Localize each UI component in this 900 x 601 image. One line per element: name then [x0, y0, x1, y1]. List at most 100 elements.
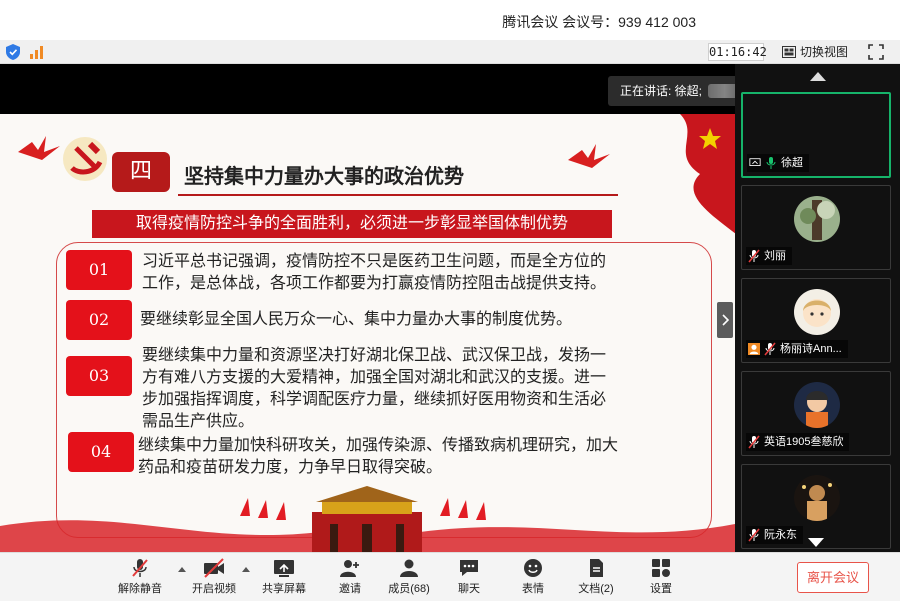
share-screen-button[interactable]: 共享屏幕 — [260, 558, 308, 598]
participant-name-tag: 徐超 — [747, 154, 809, 172]
red-flag-icon — [680, 114, 735, 234]
mic-muted-icon — [748, 435, 760, 449]
speaking-text: 正在讲话: 徐超; — [620, 84, 703, 98]
chevron-right-icon — [722, 314, 730, 326]
top-toolbar: 01:16:42 切换视图 — [0, 40, 900, 64]
members-label: 成员(68) — [388, 583, 430, 595]
user-icon — [748, 343, 760, 355]
title-bar: 腾讯会议 会议号：939 412 003 — [0, 0, 900, 40]
start-video-label: 开启视频 — [192, 583, 236, 595]
item-line: 方有难八方支援的大爱精神，加强全国对湖北和武汉的支援。进一 — [142, 367, 607, 386]
chat-button[interactable]: 聊天 — [452, 558, 486, 598]
tiananmen-decoration — [0, 486, 735, 552]
settings-label: 设置 — [650, 583, 672, 595]
video-options-caret-icon[interactable] — [242, 567, 250, 572]
avatar — [794, 289, 840, 335]
chat-label: 聊天 — [458, 583, 480, 595]
fullscreen-icon[interactable] — [868, 44, 884, 60]
video-off-icon — [204, 558, 224, 578]
participant-name-tag: 刘丽 — [746, 247, 792, 265]
mic-muted-icon — [748, 528, 760, 542]
avatar — [794, 382, 840, 428]
presentation-slide: 四 坚持集中力量办大事的政治优势 取得疫情防控斗争的全面胜利，必须进一步彰显举国… — [0, 114, 735, 552]
participant-tile[interactable]: 阮永东 — [741, 464, 891, 549]
item-line: 药品和疫苗研发力度，力争早日取得突破。 — [138, 457, 443, 476]
party-emblem-icon — [63, 137, 107, 181]
item-line: 步加强指挥调度，科学调配医疗力量，继续抓好医用物资和生活必 — [142, 389, 607, 408]
item-text: 继续集中力量加快科研攻关，加强传染源、传播致病机理研究，加大 药品和疫苗研发力度… — [138, 434, 618, 478]
item-line: 习近平总书记强调，疫情防控不只是医药卫生问题，而是全方位的 — [142, 251, 607, 270]
switch-view-label: 切换视图 — [800, 45, 849, 59]
meeting-window: 腾讯会议 会议号：939 412 003 01:16:42 切换视图 四 坚持集… — [0, 0, 900, 601]
participant-name: 徐超 — [781, 157, 803, 169]
scroll-down-arrow-icon[interactable] — [808, 538, 824, 547]
participant-name-tag: 阮永东 — [746, 526, 803, 544]
shield-icon[interactable] — [6, 44, 20, 60]
dove-icon — [568, 144, 610, 168]
meeting-title: 腾讯会议 会议号：939 412 003 — [502, 14, 696, 30]
members-icon — [400, 559, 418, 577]
item-number: 01 — [66, 250, 132, 290]
participant-name-tag: 杨丽诗Ann... — [746, 340, 848, 358]
participant-tile[interactable]: 英语1905叁慈欣 — [741, 371, 891, 456]
settings-button[interactable]: 设置 — [644, 558, 678, 598]
reaction-button[interactable]: 表情 — [516, 558, 550, 598]
shared-screen-stage: 四 坚持集中力量办大事的政治优势 取得疫情防控斗争的全面胜利，必须进一步彰显举国… — [0, 64, 735, 552]
participant-name: 阮永东 — [764, 529, 797, 541]
share-screen-label: 共享屏幕 — [262, 583, 306, 595]
slide-subtitle: 取得疫情防控斗争的全面胜利，必须进一步彰显举国体制优势 — [92, 210, 612, 238]
scroll-up-arrow-icon[interactable] — [810, 72, 826, 81]
grid-view-icon — [782, 46, 796, 58]
add-user-icon — [340, 560, 359, 577]
share-screen-icon — [274, 560, 294, 577]
mic-muted-icon — [748, 249, 760, 263]
item-text: 要继续彰显全国人民万众一心、集中力量办大事的制度优势。 — [140, 308, 572, 330]
leave-meeting-button[interactable]: 离开会议 — [797, 562, 869, 593]
switch-view-button[interactable]: 切换视图 — [782, 42, 848, 62]
invite-button[interactable]: 邀请 — [332, 558, 368, 598]
item-line: 工作，是总体战，各项工作都要为打赢疫情防控阻击战提供支持。 — [142, 273, 607, 292]
start-video-button[interactable]: 开启视频 — [190, 558, 238, 598]
mic-muted-icon — [132, 559, 148, 577]
mic-muted-icon — [764, 342, 776, 356]
participant-tile[interactable]: 刘丽 — [741, 185, 891, 270]
item-line: 需品生产供应。 — [142, 411, 255, 430]
participant-tile[interactable]: 杨丽诗Ann... — [741, 278, 891, 363]
participant-tile[interactable]: 徐超 — [741, 92, 891, 178]
unmute-label: 解除静音 — [118, 583, 162, 595]
item-line: 要继续集中力量和资源坚决打好湖北保卫战、武汉保卫战，发扬一 — [142, 345, 607, 364]
item-number: 03 — [66, 356, 132, 396]
item-text: 习近平总书记强调，疫情防控不只是医药卫生问题，而是全方位的 工作，是总体战，各项… — [142, 250, 606, 294]
unmute-button[interactable]: 解除静音 — [116, 558, 164, 598]
item-line: 要继续彰显全国人民万众一心、集中力量办大事的制度优势。 — [140, 309, 573, 328]
microphone-icon — [766, 157, 776, 169]
dove-icon — [18, 136, 60, 160]
signal-icon[interactable] — [29, 45, 45, 59]
participant-name-tag: 英语1905叁慈欣 — [746, 433, 850, 451]
chat-icon — [460, 560, 478, 576]
avatar — [794, 196, 840, 242]
reaction-label: 表情 — [522, 583, 544, 595]
participant-name: 杨丽诗Ann... — [780, 343, 842, 355]
avatar — [794, 475, 840, 521]
item-line: 继续集中力量加快科研攻关，加强传染源、传播致病机理研究，加大 — [138, 435, 619, 454]
participant-name: 英语1905叁慈欣 — [764, 436, 844, 448]
title-underline — [178, 194, 618, 196]
members-button[interactable]: 成员(68) — [386, 558, 432, 598]
audio-options-caret-icon[interactable] — [178, 567, 186, 572]
slide-title: 坚持集中力量办大事的政治优势 — [184, 166, 464, 188]
document-icon — [590, 559, 603, 577]
documents-button[interactable]: 文档(2) — [576, 558, 616, 598]
item-text: 要继续集中力量和资源坚决打好湖北保卫战、武汉保卫战，发扬一 方有难八方支援的大爱… — [142, 344, 606, 432]
settings-grid-icon — [652, 559, 670, 577]
bottom-toolbar: 解除静音 开启视频 共享屏幕 邀请 成员(68) 聊天 表情 文档(2) 设置 … — [0, 552, 900, 601]
item-number: 04 — [68, 432, 134, 472]
collapse-sidebar-button[interactable] — [717, 302, 733, 338]
participant-name: 刘丽 — [764, 250, 786, 262]
section-number: 四 — [112, 152, 170, 192]
meeting-timer: 01:16:42 — [708, 43, 767, 61]
screen-share-icon — [749, 158, 761, 166]
item-number: 02 — [66, 300, 132, 340]
smiley-icon — [524, 559, 542, 577]
documents-label: 文档(2) — [578, 583, 614, 595]
